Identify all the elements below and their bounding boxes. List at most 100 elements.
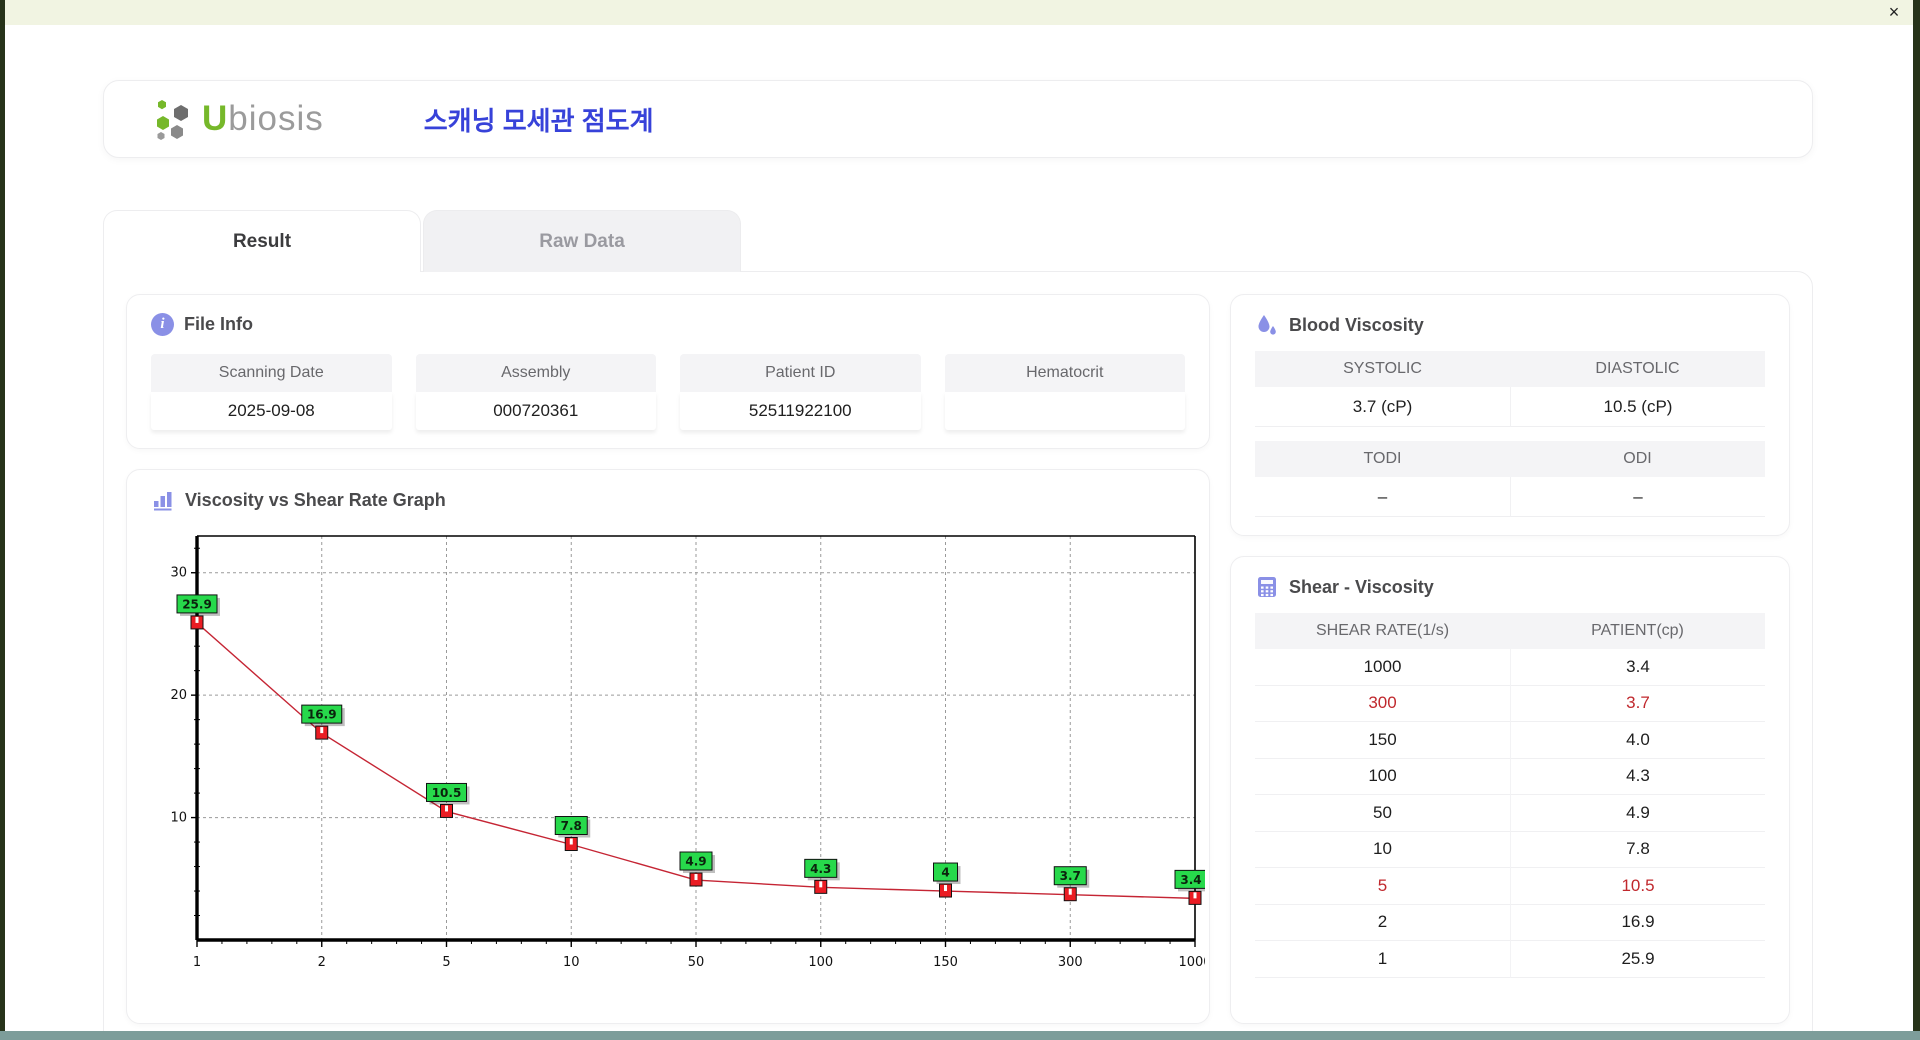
shear-rate-header: SHEAR RATE(1/s): [1255, 613, 1510, 649]
patient-cp-cell: 25.9: [1510, 941, 1765, 978]
tab-raw-data[interactable]: Raw Data: [423, 210, 741, 272]
file-info-field-value: 2025-09-08: [151, 392, 392, 430]
patient-cp-cell: 4.9: [1510, 795, 1765, 832]
viscosity-chart: 10 20 30 1 2 5 10 50 100 150 300 1000 25.9 16.9 10.5 7.…: [155, 526, 1212, 996]
file-info-field-label: Patient ID: [680, 354, 921, 392]
svg-text:30: 30: [170, 566, 187, 581]
table-row: 300 3.7: [1255, 685, 1765, 722]
shear-table-body: 1000 3.4 300 3.7 150 4.0 100 4.3 50 4.9 10 7.8 5 10.5…: [1255, 649, 1765, 978]
svg-text:2: 2: [318, 955, 326, 970]
table-row: 100 4.3: [1255, 758, 1765, 795]
table-row: 150 4.0: [1255, 722, 1765, 759]
brand: Ubiosis: [150, 96, 324, 142]
blood-viscosity-table: TODI ODI – –: [1255, 441, 1765, 517]
tab-result[interactable]: Result: [103, 210, 421, 272]
blood-viscosity-value: –: [1255, 477, 1510, 517]
blood-viscosity-title: Blood Viscosity: [1289, 314, 1424, 335]
table-row: 5 10.5: [1255, 868, 1765, 905]
file-info-field-label: Assembly: [415, 354, 656, 392]
file-info-field: Patient ID 52511922100: [680, 354, 921, 430]
svg-text:50: 50: [688, 955, 705, 970]
taskbar: [0, 1031, 1920, 1040]
app-window: Ubiosis 스캐닝 모세관 점도계 Result Raw Data i Fi…: [5, 25, 1913, 1031]
svg-text:20: 20: [170, 688, 187, 703]
result-panel: i File Info Scanning Date 2025-09-08 Assem…: [103, 271, 1813, 1031]
table-row: 10 7.8: [1255, 831, 1765, 868]
app-header: Ubiosis 스캐닝 모세관 점도계: [103, 80, 1813, 158]
info-icon: i: [151, 313, 174, 336]
file-info-field: Assembly 000720361: [415, 354, 656, 430]
svg-text:1000: 1000: [1178, 955, 1205, 970]
patient-cp-cell: 3.7: [1510, 685, 1765, 722]
calculator-icon: [1255, 575, 1279, 599]
shear-viscosity-table: SHEAR RATE(1/s) PATIENT(cp) 1000 3.4 300 3.…: [1255, 613, 1765, 978]
svg-text:5: 5: [442, 955, 450, 970]
table-row: 1000 3.4: [1255, 649, 1765, 686]
chart-canvas: 10 20 30 1 2 5 10 50 100 150 300 1000 25.9 16.9 10.5 7.…: [170, 535, 1212, 970]
shear-rate-cell: 150: [1255, 722, 1510, 759]
shear-viscosity-title: Shear - Viscosity: [1289, 576, 1434, 597]
patient-cp-cell: 7.8: [1510, 831, 1765, 868]
shear-rate-cell: 10: [1255, 831, 1510, 868]
blood-viscosity-value: –: [1510, 477, 1765, 517]
brand-u: U: [202, 99, 229, 138]
table-row: 2 16.9: [1255, 904, 1765, 941]
svg-text:16.9: 16.9: [307, 708, 337, 722]
file-info-title: File Info: [184, 314, 253, 334]
shear-rate-cell: 5: [1255, 868, 1510, 905]
shear-rate-cell: 50: [1255, 795, 1510, 832]
page-title: 스캐닝 모세관 점도계: [423, 105, 654, 136]
blood-drops-icon: [1255, 313, 1279, 337]
graph-title: Viscosity vs Shear Rate Graph: [185, 489, 446, 510]
blood-viscosity-col-header: DIASTOLIC: [1510, 351, 1765, 387]
file-info-field-value: 52511922100: [680, 392, 921, 430]
patient-cp-cell: 4.0: [1510, 722, 1765, 759]
blood-viscosity-card: Blood Viscosity SYSTOLIC DIASTOLIC 3.7 (cP…: [1230, 294, 1790, 536]
patient-cp-cell: 3.4: [1510, 649, 1765, 686]
file-info-field-value: 000720361: [415, 392, 656, 430]
file-info-field-label: Hematocrit: [944, 354, 1185, 392]
file-info-field-value: [944, 392, 1185, 430]
table-row: 1 25.9: [1255, 941, 1765, 978]
svg-text:150: 150: [933, 955, 958, 970]
brand-wordmark: Ubiosis: [202, 99, 324, 139]
blood-viscosity-col-header: ODI: [1510, 441, 1765, 477]
shear-rate-cell: 2: [1255, 904, 1510, 941]
blood-viscosity-value: 10.5 (cP): [1510, 387, 1765, 427]
shear-rate-cell: 100: [1255, 758, 1510, 795]
shear-rate-cell: 1000: [1255, 649, 1510, 686]
table-row: 50 4.9: [1255, 795, 1765, 832]
brand-rest: biosis: [228, 99, 324, 138]
svg-text:10: 10: [563, 955, 580, 970]
svg-text:1: 1: [193, 955, 201, 970]
svg-text:10: 10: [170, 811, 187, 826]
file-info-fields: Scanning Date 2025-09-08 Assembly 000720361…: [151, 354, 1185, 430]
blood-viscosity-tables: SYSTOLIC DIASTOLIC 3.7 (cP) 10.5 (cP) TODI OD…: [1255, 351, 1765, 517]
ubiosis-logo-icon: [157, 100, 188, 140]
svg-text:4: 4: [941, 866, 949, 880]
file-info-field: Scanning Date 2025-09-08: [151, 354, 392, 430]
svg-text:10.5: 10.5: [432, 786, 462, 800]
shear-table-header: SHEAR RATE(1/s) PATIENT(cp): [1255, 613, 1765, 649]
svg-text:3.4: 3.4: [1180, 873, 1201, 887]
shear-rate-cell: 1: [1255, 941, 1510, 978]
close-icon[interactable]: ×: [1883, 1, 1905, 23]
patient-cp-cell: 4.3: [1510, 758, 1765, 795]
tab-bar: Result Raw Data: [103, 210, 741, 272]
file-info-field: Hematocrit: [944, 354, 1185, 430]
file-info-field-label: Scanning Date: [151, 354, 392, 392]
blood-viscosity-table: SYSTOLIC DIASTOLIC 3.7 (cP) 10.5 (cP): [1255, 351, 1765, 427]
window-titlebar: ×: [5, 0, 1913, 25]
shear-rate-cell: 300: [1255, 685, 1510, 722]
bar-chart-icon: [151, 488, 175, 512]
blood-viscosity-col-header: TODI: [1255, 441, 1510, 477]
blood-viscosity-col-header: SYSTOLIC: [1255, 351, 1510, 387]
svg-text:7.8: 7.8: [561, 819, 582, 833]
patient-cp-cell: 10.5: [1510, 868, 1765, 905]
svg-text:3.7: 3.7: [1060, 869, 1081, 883]
file-info-card: i File Info Scanning Date 2025-09-08 Assem…: [126, 294, 1210, 449]
shear-viscosity-card: Shear - Viscosity SHEAR RATE(1/s) PATIEN…: [1230, 556, 1790, 1024]
svg-text:25.9: 25.9: [182, 597, 212, 611]
svg-text:4.9: 4.9: [685, 855, 706, 869]
svg-text:300: 300: [1058, 955, 1083, 970]
